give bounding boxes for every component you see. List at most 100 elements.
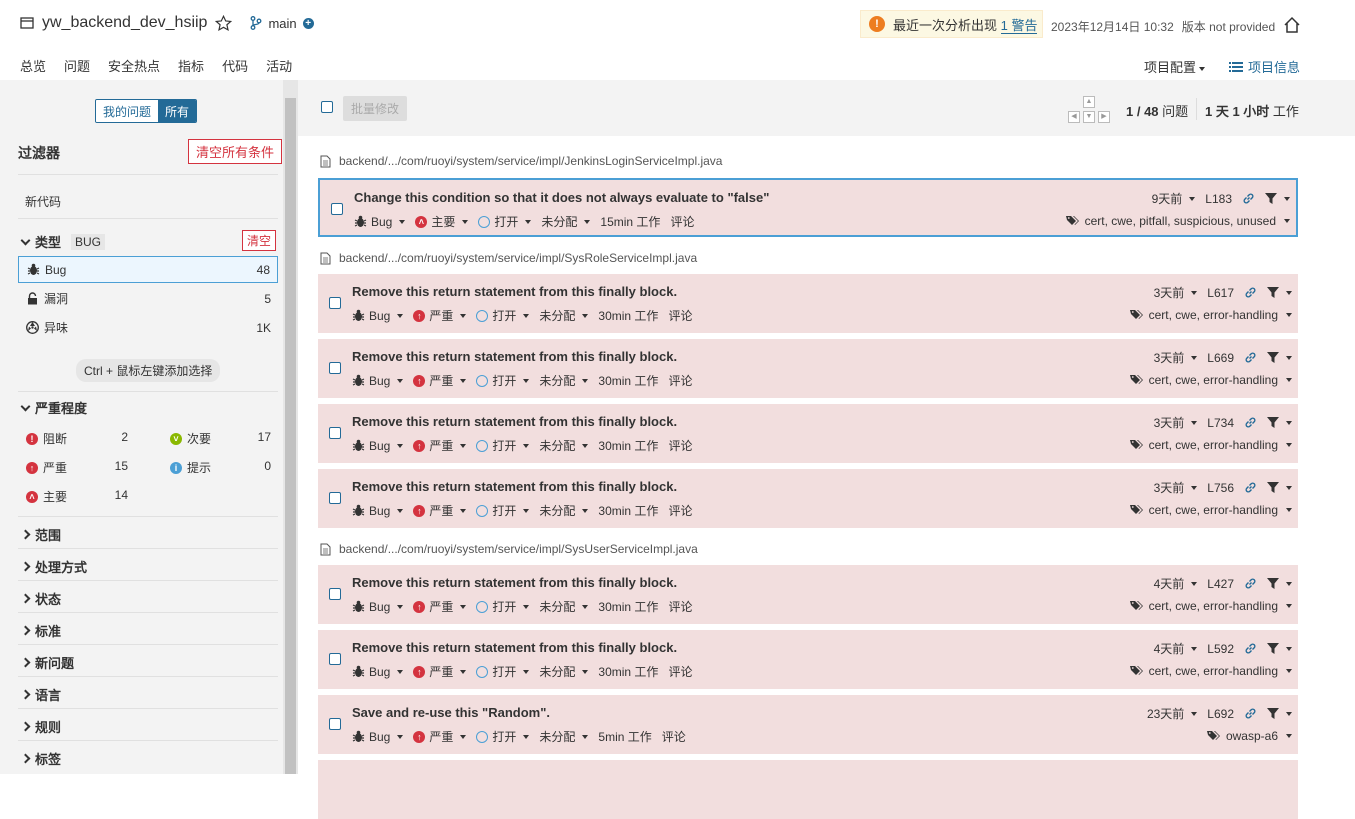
issue-message[interactable]: Change this condition so that it does no… (354, 190, 769, 205)
facet-language-header[interactable]: 语言 (20, 685, 61, 704)
issue-assignee-dropdown[interactable]: 未分配 (539, 598, 589, 615)
issue-status-dropdown[interactable]: 打开 (476, 598, 530, 615)
facet-standards-header[interactable]: 标准 (20, 621, 61, 640)
severity-blocker[interactable]: ! 阻断 (26, 430, 67, 447)
facet-rules-header[interactable]: 规则 (20, 717, 61, 736)
permalink-icon[interactable] (1244, 416, 1257, 429)
issue-status-dropdown[interactable]: 打开 (476, 728, 530, 745)
issue-type-dropdown[interactable]: Bug (352, 374, 404, 388)
issue-line[interactable]: L756 (1207, 481, 1234, 495)
warning-link[interactable]: 1 警告 (1000, 17, 1038, 34)
issue-age-dropdown[interactable]: 4天前 (1154, 575, 1198, 592)
issue-assignee-dropdown[interactable]: 未分配 (541, 213, 591, 230)
issue-assignee-dropdown[interactable]: 未分配 (539, 437, 589, 454)
clear-all-filters-button[interactable]: 清空所有条件 (188, 139, 283, 164)
issue-item[interactable]: Remove this return statement from this f… (318, 274, 1298, 333)
project-name[interactable]: yw_backend_dev_hsiip (42, 14, 207, 32)
issue-checkbox[interactable] (329, 297, 341, 309)
issue-status-dropdown[interactable]: 打开 (476, 307, 530, 324)
issue-line[interactable]: L427 (1207, 577, 1234, 591)
issue-message[interactable]: Remove this return statement from this f… (352, 575, 677, 590)
issue-type-dropdown[interactable]: Bug (352, 309, 404, 323)
issue-checkbox[interactable] (329, 588, 341, 600)
new-code-filter[interactable]: 新代码 (25, 193, 61, 210)
issue-severity-dropdown[interactable]: ↑ 严重 (413, 728, 467, 745)
issue-line[interactable]: L692 (1207, 707, 1234, 721)
issue-checkbox[interactable] (331, 203, 343, 215)
clear-type-button[interactable]: 清空 (242, 230, 277, 251)
issue-checkbox[interactable] (329, 718, 341, 730)
issue-tags-dropdown[interactable]: cert, cwe, pitfall, suspicious, unused (1065, 214, 1290, 228)
issue-comment-link[interactable]: 评论 (668, 502, 692, 519)
issue-comment-link[interactable]: 评论 (668, 598, 692, 615)
issue-filter-dropdown[interactable] (1267, 351, 1292, 364)
issue-message[interactable]: Remove this return statement from this f… (352, 640, 677, 655)
facet-new-issues-header[interactable]: 新问题 (20, 653, 74, 672)
project-settings-menu[interactable]: 项目配置 (1144, 57, 1206, 76)
issue-filter-dropdown[interactable] (1265, 192, 1290, 205)
issue-message[interactable]: Remove this return statement from this f… (352, 414, 677, 429)
tab-issues[interactable]: 问题 (64, 56, 91, 83)
tab-code[interactable]: 代码 (222, 56, 248, 83)
tab-measures[interactable]: 指标 (178, 56, 204, 83)
issue-message[interactable]: Remove this return statement from this f… (352, 284, 677, 299)
issue-age-dropdown[interactable]: 9天前 (1152, 190, 1196, 207)
issue-line[interactable]: L592 (1207, 642, 1234, 656)
issue-comment-link[interactable]: 评论 (668, 307, 692, 324)
issue-filter-dropdown[interactable] (1267, 286, 1292, 299)
file-path[interactable]: backend/.../com/ruoyi/system/service/imp… (339, 154, 722, 168)
issue-type-dropdown[interactable]: Bug (352, 665, 404, 679)
issue-severity-dropdown[interactable]: ↑ 严重 (413, 598, 467, 615)
issue-filter-dropdown[interactable] (1267, 577, 1292, 590)
issue-type-dropdown[interactable]: Bug (352, 439, 404, 453)
issue-checkbox[interactable] (329, 653, 341, 665)
issue-comment-link[interactable]: 评论 (668, 663, 692, 680)
all-issues-button[interactable]: 所有 (158, 100, 197, 122)
type-item-code-smell[interactable]: 异味 1K (18, 314, 278, 341)
issue-checkbox[interactable] (329, 427, 341, 439)
issue-severity-dropdown[interactable]: ↑ 严重 (413, 372, 467, 389)
facet-type-header[interactable]: 类型 BUG (20, 232, 106, 251)
issue-comment-link[interactable]: 评论 (668, 372, 692, 389)
issue-tags-dropdown[interactable]: cert, cwe, error-handling (1129, 503, 1292, 517)
issue-assignee-dropdown[interactable]: 未分配 (539, 663, 589, 680)
issue-item[interactable] (318, 760, 1298, 819)
star-icon[interactable] (215, 14, 233, 32)
issue-checkbox[interactable] (329, 492, 341, 504)
facet-status-header[interactable]: 状态 (20, 589, 61, 608)
issue-checkbox[interactable] (329, 362, 341, 374)
file-path[interactable]: backend/.../com/ruoyi/system/service/imp… (339, 542, 698, 556)
severity-minor[interactable]: ˅ 次要 (170, 430, 211, 447)
issue-item[interactable]: Save and re-use this "Random". Bug ↑ 严重 打… (318, 695, 1298, 754)
permalink-icon[interactable] (1244, 642, 1257, 655)
issue-age-dropdown[interactable]: 4天前 (1154, 640, 1198, 657)
issue-line[interactable]: L617 (1207, 286, 1234, 300)
bulk-change-button[interactable]: 批量修改 (343, 96, 408, 121)
issue-status-dropdown[interactable]: 打开 (476, 437, 530, 454)
issue-severity-dropdown[interactable]: ˄ 主要 (415, 213, 469, 230)
issue-message[interactable]: Remove this return statement from this f… (352, 479, 677, 494)
issue-item[interactable]: Remove this return statement from this f… (318, 630, 1298, 689)
issue-tags-dropdown[interactable]: cert, cwe, error-handling (1129, 308, 1292, 322)
issue-item[interactable]: Change this condition so that it does no… (318, 178, 1298, 237)
issue-age-dropdown[interactable]: 23天前 (1147, 705, 1198, 722)
issue-type-dropdown[interactable]: Bug (352, 730, 404, 744)
issue-message[interactable]: Save and re-use this "Random". (352, 705, 550, 720)
issue-status-dropdown[interactable]: 打开 (476, 502, 530, 519)
severity-critical[interactable]: ↑ 严重 (26, 459, 67, 476)
issue-age-dropdown[interactable]: 3天前 (1154, 479, 1198, 496)
issue-comment-link[interactable]: 评论 (670, 213, 694, 230)
issue-item[interactable]: Remove this return statement from this f… (318, 339, 1298, 398)
issue-tags-dropdown[interactable]: cert, cwe, error-handling (1129, 664, 1292, 678)
issue-comment-link[interactable]: 评论 (668, 437, 692, 454)
issue-severity-dropdown[interactable]: ↑ 严重 (413, 307, 467, 324)
facet-tags-header[interactable]: 标签 (20, 749, 61, 768)
issue-message[interactable]: Remove this return statement from this f… (352, 349, 677, 364)
issue-item[interactable]: Remove this return statement from this f… (318, 404, 1298, 463)
permalink-icon[interactable] (1244, 481, 1257, 494)
issue-age-dropdown[interactable]: 3天前 (1154, 414, 1198, 431)
file-path[interactable]: backend/.../com/ruoyi/system/service/imp… (339, 251, 697, 265)
permalink-icon[interactable] (1244, 707, 1257, 720)
issue-item[interactable]: Remove this return statement from this f… (318, 565, 1298, 624)
issue-type-dropdown[interactable]: Bug (352, 504, 404, 518)
